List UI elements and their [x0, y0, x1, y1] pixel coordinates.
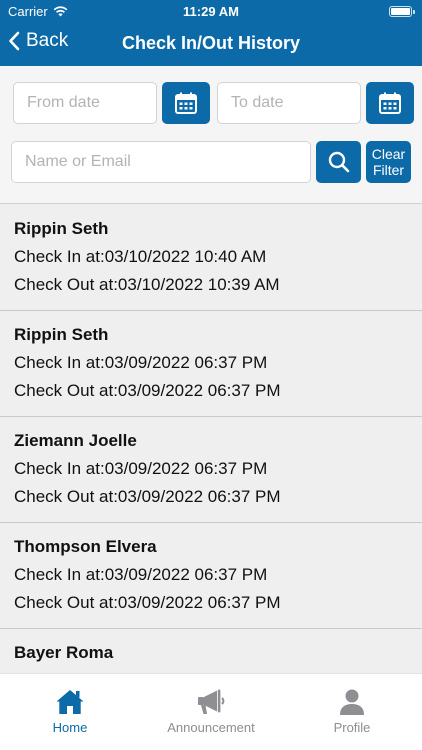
tab-profile[interactable]: Profile	[282, 674, 422, 750]
record-name: Rippin Seth	[14, 325, 109, 344]
from-date-calendar-button[interactable]	[162, 82, 210, 124]
tab-bar: Home Announcement Profile	[0, 673, 422, 750]
record-check-in: Check In at:03/09/2022 06:37 PM	[14, 565, 268, 584]
tab-home-label: Home	[52, 720, 88, 735]
record-check-in: Check In at:03/10/2022 10:40 AM	[14, 247, 267, 266]
nav-header: Carrier 11:29 AM Back Check In/Out Histo…	[0, 0, 422, 66]
record-name: Thompson Elvera	[14, 537, 157, 556]
record-check-out: Check Out at:03/09/2022 06:37 PM	[14, 593, 281, 612]
search-field[interactable]	[11, 141, 311, 183]
history-record[interactable]: Rippin Seth Check In at:03/09/2022 06:37…	[0, 311, 422, 417]
to-date-field[interactable]	[217, 82, 361, 124]
record-check-out: Check Out at:03/10/2022 10:39 AM	[14, 275, 280, 294]
clear-filter-label-line2: Filter	[372, 162, 405, 178]
record-check-out: Check Out at:03/09/2022 06:37 PM	[14, 381, 281, 400]
to-date-calendar-button[interactable]	[366, 82, 414, 124]
calendar-icon	[175, 92, 197, 114]
record-name: Ziemann Joelle	[14, 431, 137, 450]
clear-filter-button[interactable]: Clear Filter	[366, 141, 411, 183]
search-input[interactable]	[12, 142, 310, 182]
tab-home[interactable]: Home	[0, 674, 140, 750]
to-date-input[interactable]	[218, 83, 360, 123]
tab-profile-label: Profile	[333, 720, 371, 735]
record-check-in: Check In at:03/09/2022 06:37 PM	[14, 459, 268, 478]
filter-panel: Clear Filter	[0, 66, 422, 204]
record-check-in: Check In at:03/09/2022 06:37 PM	[14, 353, 268, 372]
history-list[interactable]: Rippin Seth Check In at:03/10/2022 10:40…	[0, 205, 422, 672]
search-icon	[328, 151, 349, 173]
search-button[interactable]	[316, 141, 361, 183]
history-record[interactable]: Bayer Roma	[0, 629, 422, 672]
history-record[interactable]: Ziemann Joelle Check In at:03/09/2022 06…	[0, 417, 422, 523]
record-check-out: Check Out at:03/09/2022 06:37 PM	[14, 487, 281, 506]
from-date-input[interactable]	[14, 83, 156, 123]
clear-filter-label-line1: Clear	[371, 146, 406, 162]
record-name: Rippin Seth	[14, 219, 109, 238]
status-bar: Carrier 11:29 AM	[0, 0, 422, 22]
page-title: Check In/Out History	[121, 33, 301, 53]
history-record[interactable]: Thompson Elvera Check In at:03/09/2022 0…	[0, 523, 422, 629]
status-time: 11:29 AM	[183, 4, 239, 19]
home-icon	[56, 690, 84, 714]
battery-icon	[389, 6, 415, 17]
tab-announcement[interactable]: Announcement	[141, 674, 281, 750]
record-name: Bayer Roma	[14, 643, 114, 662]
person-icon	[340, 689, 364, 715]
history-record[interactable]: Rippin Seth Check In at:03/10/2022 10:40…	[0, 205, 422, 311]
megaphone-icon	[198, 689, 225, 714]
tab-announcement-label: Announcement	[167, 720, 255, 735]
from-date-field[interactable]	[13, 82, 157, 124]
calendar-icon	[379, 92, 401, 114]
